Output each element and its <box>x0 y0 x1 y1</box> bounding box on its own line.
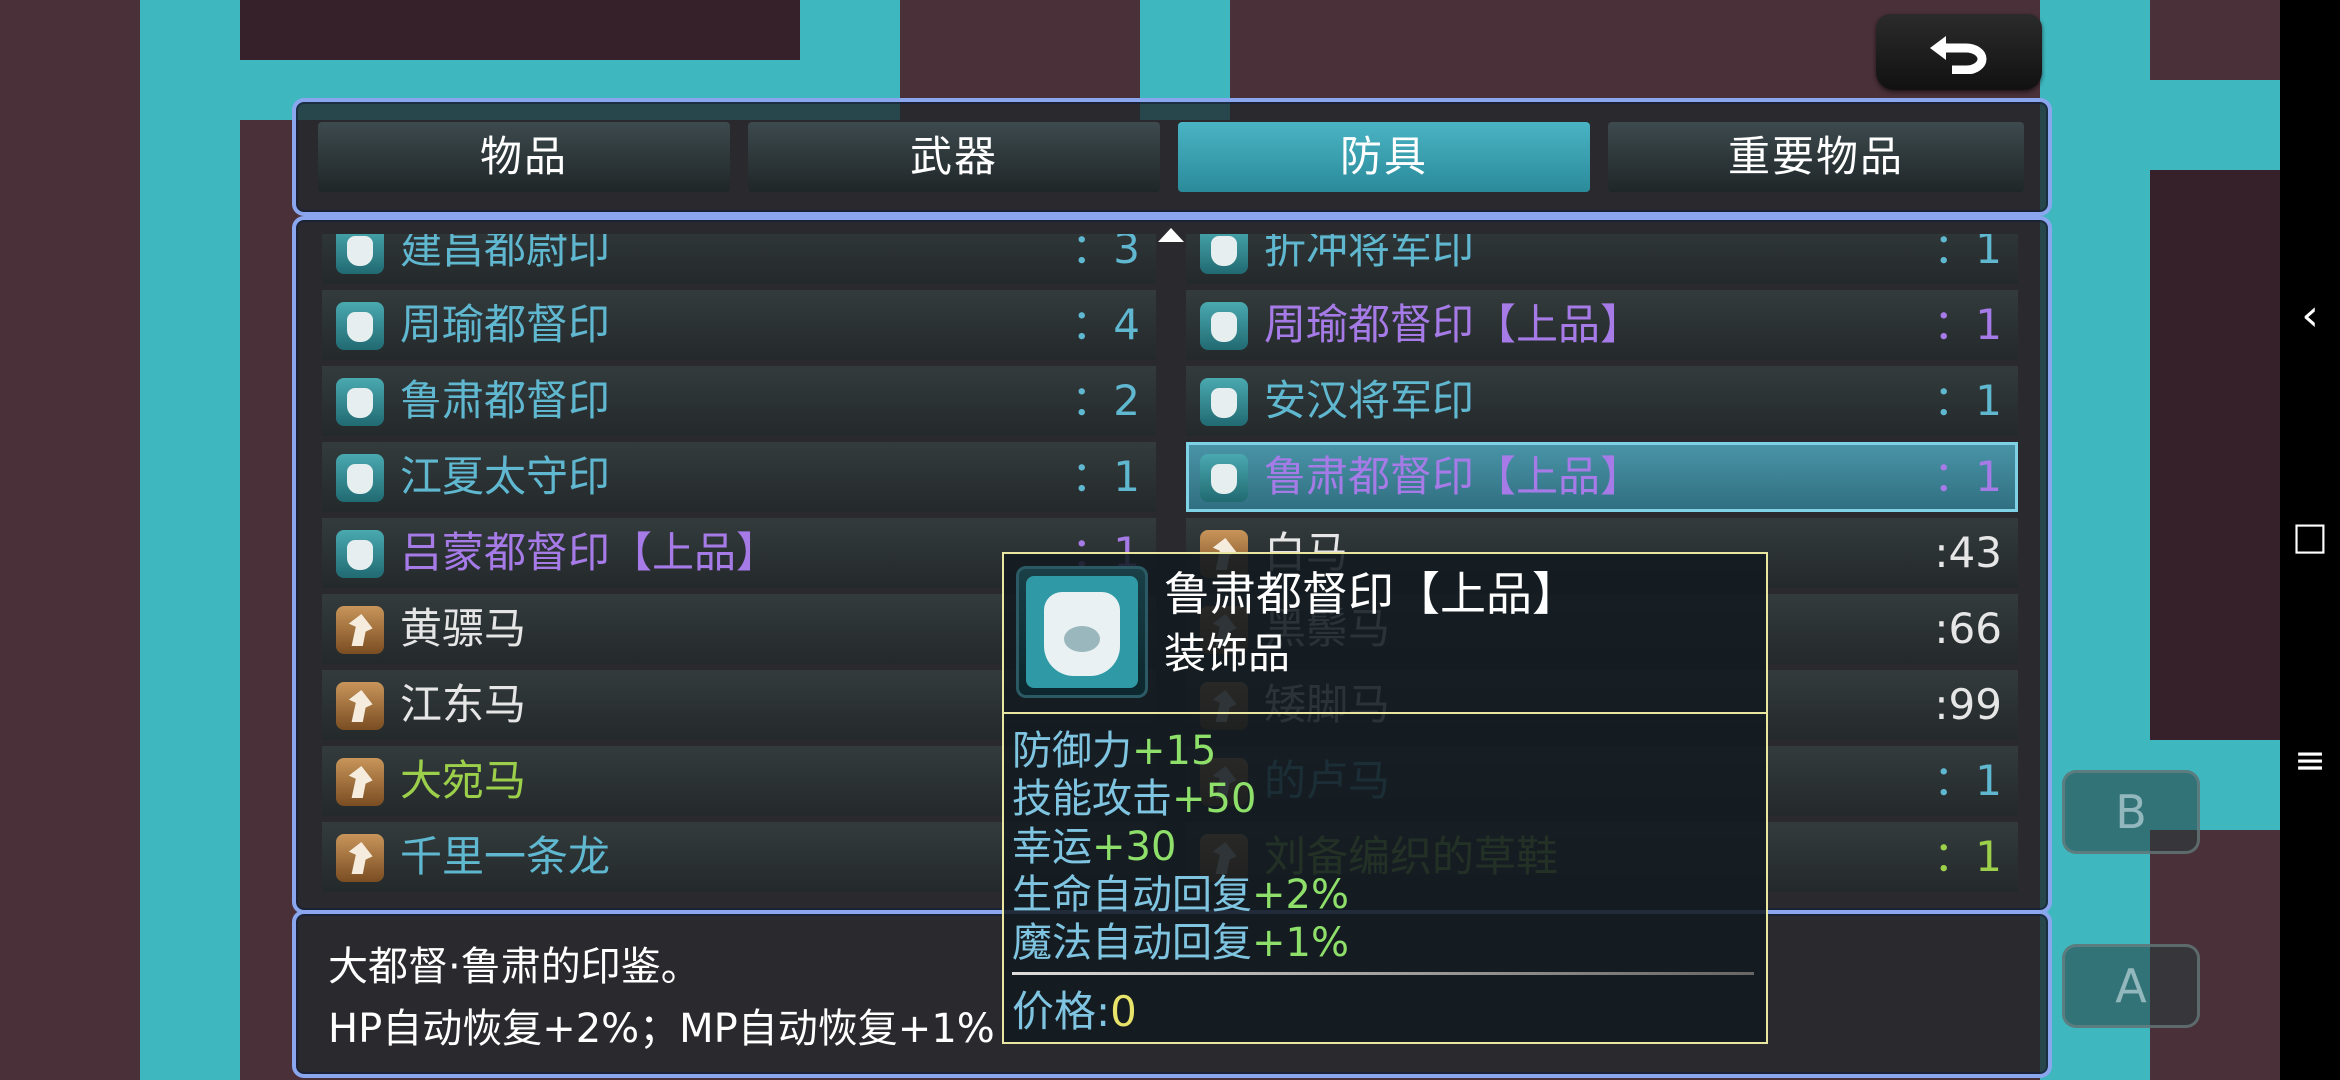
list-item[interactable]: 鲁肃都督印 ：2 <box>322 366 1156 436</box>
item-name: 大宛马 <box>400 756 527 805</box>
tab-items[interactable]: 物品 <box>318 122 730 192</box>
description-line-2: HP自动恢复+2%；MP自动恢复+1% <box>328 1006 995 1052</box>
tab-key-items[interactable]: 重要物品 <box>1608 122 2024 192</box>
item-name: 安汉将军印 <box>1264 376 1475 425</box>
tab-weapons[interactable]: 武器 <box>748 122 1160 192</box>
item-count: ：4 <box>1071 300 1140 349</box>
description-line-1: 大都督·鲁肃的印鉴。 <box>328 944 701 990</box>
seal-icon <box>336 302 384 350</box>
list-item[interactable]: 周瑜都督印【上品】 ：1 <box>1186 290 2018 360</box>
item-name: 千里一条龙 <box>400 832 611 881</box>
stat-mp-regen: 魔法自动回复+1% <box>1012 920 1349 966</box>
seal-icon <box>1200 234 1248 274</box>
a-button[interactable]: A <box>2062 944 2200 1028</box>
item-count: ：3 <box>1071 234 1140 273</box>
seal-icon <box>1200 378 1248 426</box>
undo-arrow-icon <box>1930 36 1987 74</box>
system-nav-bar: ‹ □ ≡ <box>2280 0 2340 1080</box>
map-wall <box>2040 80 2280 170</box>
tooltip-price: 价格:0 <box>1012 987 1137 1036</box>
divider <box>1004 712 1766 714</box>
b-button[interactable]: B <box>2062 770 2200 854</box>
tab-armor[interactable]: 防具 <box>1178 122 1590 192</box>
item-count: ：1 <box>1933 756 2002 805</box>
category-tabs: 物品 武器 防具 重要物品 <box>292 98 2052 216</box>
item-count: ：1 <box>1071 452 1140 501</box>
item-count: :43 <box>1934 528 2002 577</box>
map-wall <box>140 0 240 1080</box>
back-button[interactable] <box>1876 14 2042 90</box>
seal-icon <box>1200 454 1248 502</box>
item-name: 江夏太守印 <box>400 452 611 501</box>
item-name: 周瑜都督印 <box>400 300 611 349</box>
item-count: ：1 <box>1933 452 2002 501</box>
item-name: 江东马 <box>400 680 527 729</box>
item-count: ：1 <box>1933 234 2002 273</box>
horse-icon <box>336 606 384 654</box>
seal-icon <box>336 378 384 426</box>
tooltip-title: 鲁肃都督印【上品】 <box>1164 567 1578 621</box>
item-name: 黄骠马 <box>400 604 527 653</box>
seal-icon <box>336 454 384 502</box>
item-count: ：2 <box>1071 376 1140 425</box>
list-item[interactable]: 建昌都尉印 ：3 <box>322 234 1156 284</box>
nav-menu-icon[interactable]: ≡ <box>2280 738 2340 782</box>
item-count: ：1 <box>1933 832 2002 881</box>
item-name: 吕蒙都督印【上品】 <box>400 528 779 577</box>
item-count: ：1 <box>1933 300 2002 349</box>
item-count: :66 <box>1934 604 2002 653</box>
item-name: 鲁肃都督印 <box>400 376 611 425</box>
item-name: 折冲将军印 <box>1264 234 1475 273</box>
nav-home-icon[interactable]: □ <box>2280 514 2340 558</box>
seal-icon <box>1200 302 1248 350</box>
seal-bag-icon <box>1016 566 1148 698</box>
item-count: :99 <box>1934 680 2002 729</box>
list-item[interactable]: 江夏太守印 ：1 <box>322 442 1156 512</box>
nav-back-icon[interactable]: ‹ <box>2280 290 2340 341</box>
tooltip-type: 装饰品 <box>1164 629 1291 678</box>
horse-icon <box>336 682 384 730</box>
item-tooltip: 鲁肃都督印【上品】 装饰品 防御力+15 技能攻击+50 幸运+30 生命自动回… <box>1002 552 1768 1044</box>
game-screen: 物品 武器 防具 重要物品 建昌都尉印 ：3 周瑜都督印 ：4 鲁肃都督印 ：2 江夏太守印… <box>0 0 2280 1080</box>
map-floor <box>2150 170 2280 740</box>
horse-icon <box>336 758 384 806</box>
list-item[interactable]: 安汉将军印 ：1 <box>1186 366 2018 436</box>
horse-icon <box>336 834 384 882</box>
seal-icon <box>336 234 384 274</box>
list-item[interactable]: 折冲将军印 ：1 <box>1186 234 2018 284</box>
map-floor <box>240 0 800 60</box>
list-item[interactable]: 周瑜都督印 ：4 <box>322 290 1156 360</box>
item-name: 周瑜都督印【上品】 <box>1264 300 1643 349</box>
item-name: 建昌都尉印 <box>400 234 611 273</box>
item-count: ：1 <box>1933 376 2002 425</box>
seal-icon <box>336 530 384 578</box>
scroll-up-icon[interactable] <box>1158 228 1184 242</box>
list-item-selected[interactable]: 鲁肃都督印【上品】 ：1 <box>1186 442 2018 512</box>
divider <box>1012 972 1754 975</box>
item-name: 鲁肃都督印【上品】 <box>1264 452 1643 501</box>
